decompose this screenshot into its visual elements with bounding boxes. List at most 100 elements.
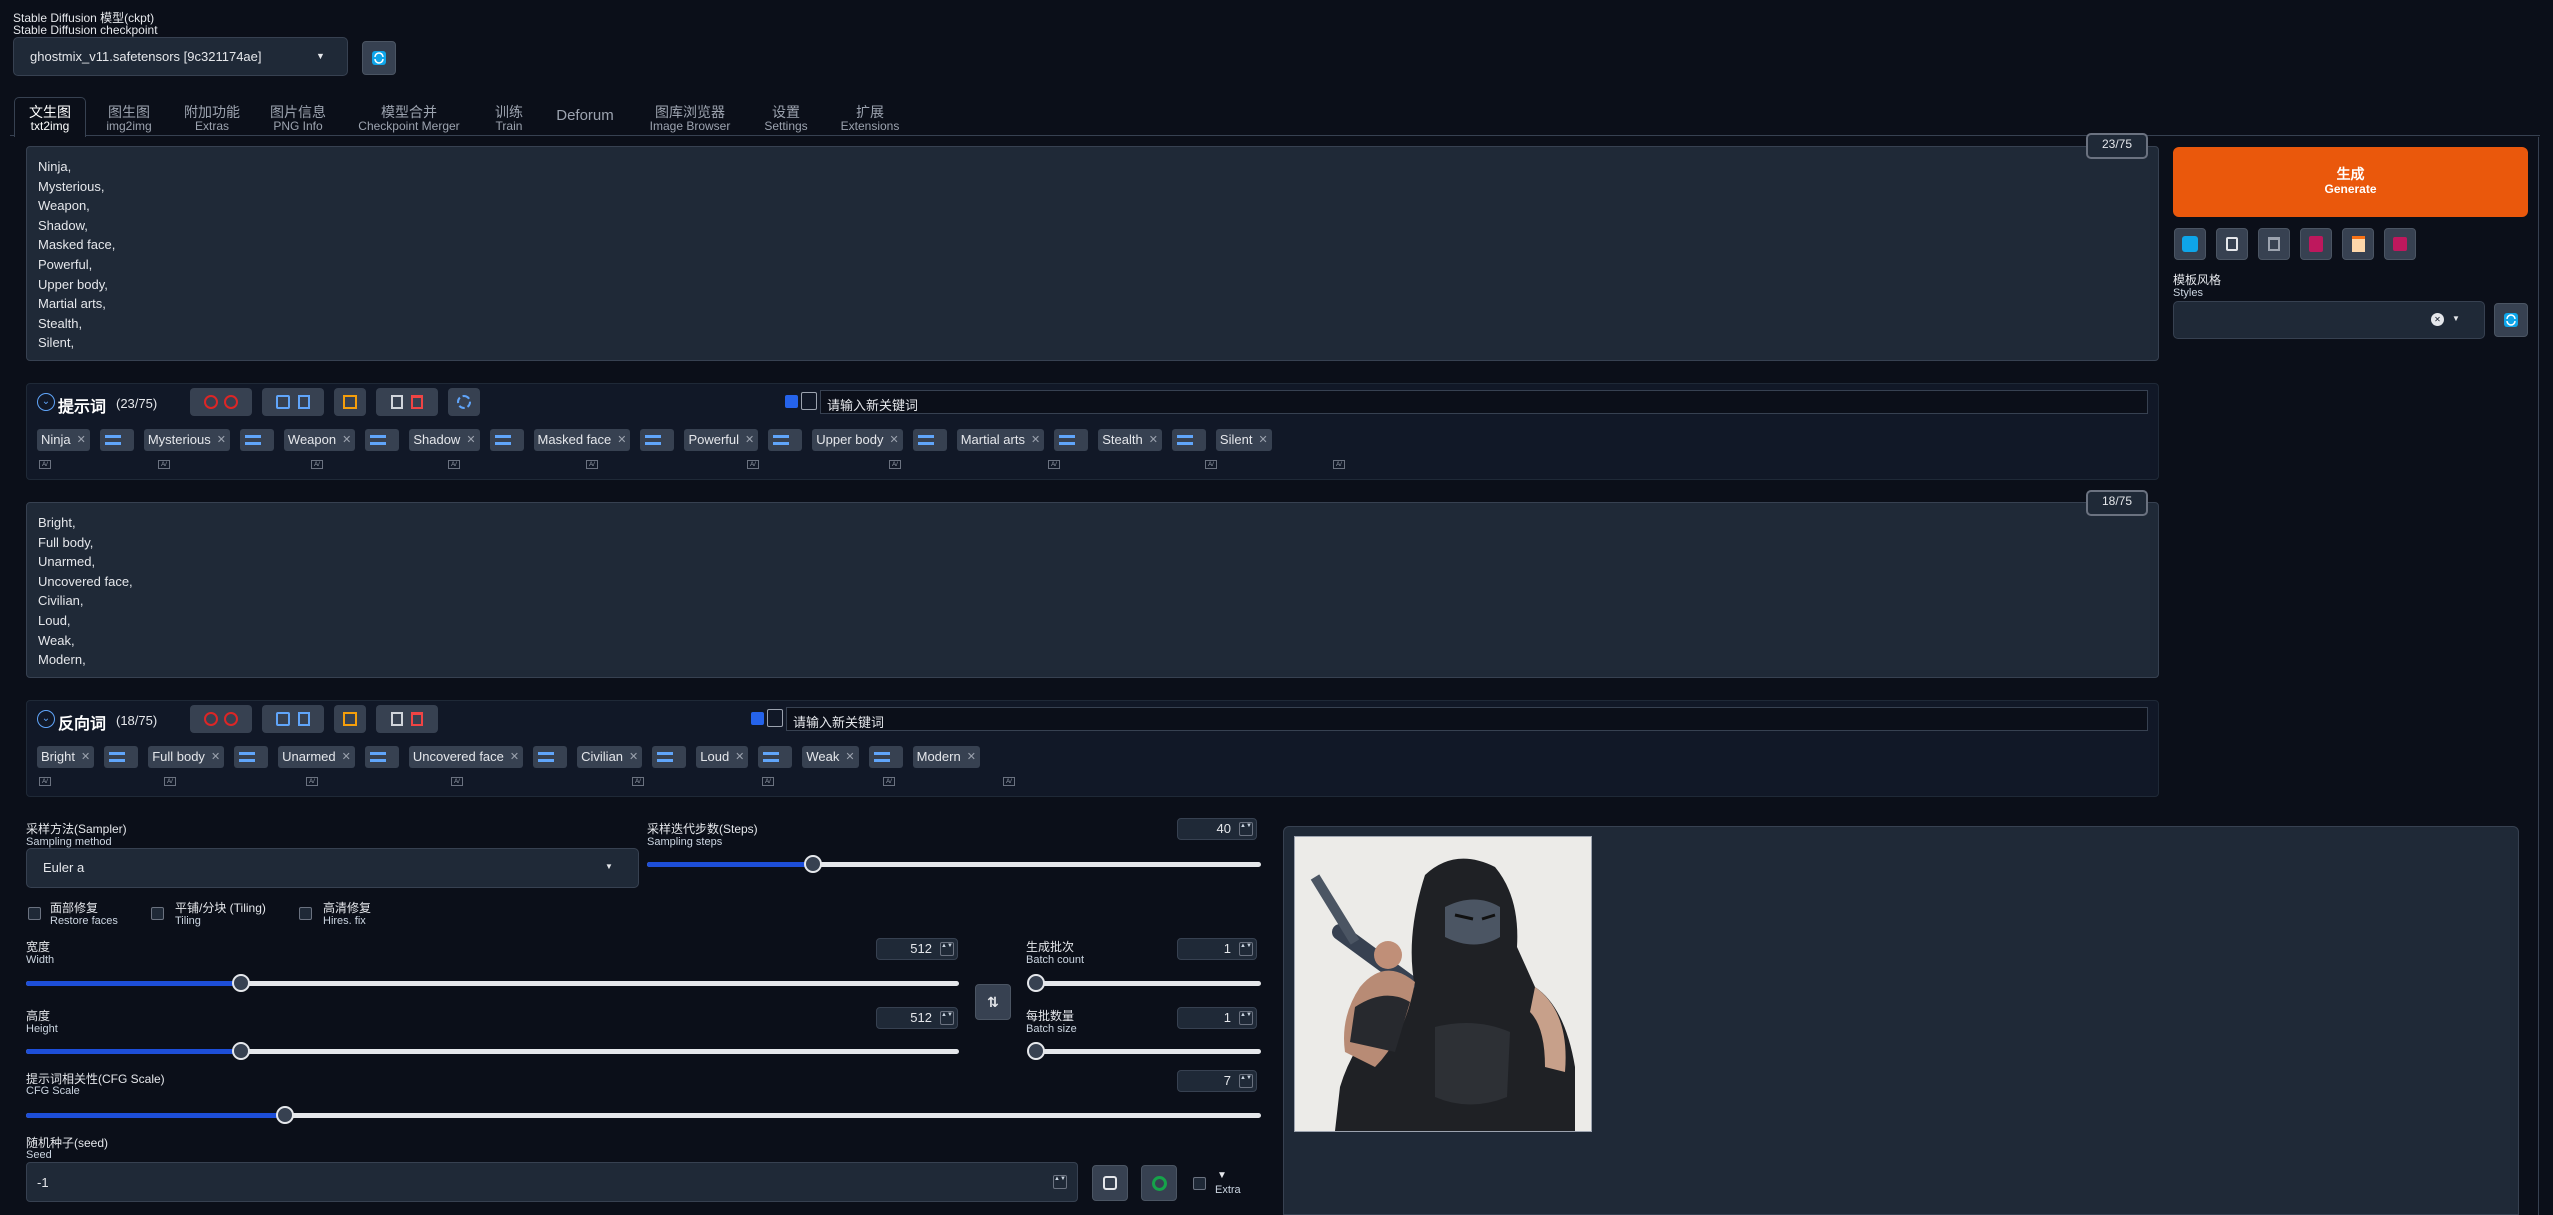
- trash-icon[interactable]: [411, 712, 423, 726]
- collapse-icon[interactable]: ⌄: [37, 710, 55, 728]
- copy-icon[interactable]: [391, 712, 403, 726]
- prompt-separator[interactable]: [365, 429, 400, 451]
- cfg-slider[interactable]: [26, 1106, 1261, 1124]
- negative-tag[interactable]: Unarmed ✕: [278, 746, 355, 768]
- prompt-tag[interactable]: Masked face ✕: [533, 429, 631, 451]
- prompt-tag[interactable]: Shadow ✕: [409, 429, 480, 451]
- refresh-checkpoint-button[interactable]: [362, 41, 396, 75]
- prompt-layout-button[interactable]: [334, 388, 366, 416]
- negative-separator[interactable]: [758, 746, 793, 768]
- bookmark-icon[interactable]: [298, 395, 310, 409]
- negative-new-keyword-input[interactable]: 请输入新关键词: [786, 707, 2148, 731]
- extra-label[interactable]: Extra: [1215, 1184, 1241, 1196]
- extra-arrow-icon[interactable]: ▼: [1217, 1170, 1227, 1181]
- negative-separator[interactable]: [652, 746, 687, 768]
- tab-txt2img[interactable]: 文生图 txt2img: [14, 105, 86, 133]
- globe-red-icon[interactable]: [224, 395, 238, 409]
- random-seed-button[interactable]: [1092, 1165, 1128, 1201]
- negative-tag[interactable]: Civilian ✕: [577, 746, 643, 768]
- translate-icon[interactable]: A/: [311, 460, 323, 469]
- prompt-tag[interactable]: Martial arts ✕: [956, 429, 1045, 451]
- translate-icon[interactable]: A/: [39, 460, 51, 469]
- prompt-tag[interactable]: Upper body ✕: [812, 429, 903, 451]
- batch-count-slider[interactable]: [1027, 974, 1261, 992]
- translate-icon[interactable]: A/: [747, 460, 759, 469]
- save-style-button[interactable]: [2384, 228, 2416, 260]
- negative-tag[interactable]: Uncovered face ✕: [408, 746, 524, 768]
- tab-train[interactable]: 训练 Train: [484, 105, 534, 133]
- trash-button[interactable]: [2258, 228, 2290, 260]
- globe-red-icon[interactable]: [204, 395, 218, 409]
- sampler-select[interactable]: Euler a ▼: [26, 848, 639, 888]
- extra-networks-button[interactable]: [2300, 228, 2332, 260]
- edit-icon[interactable]: [276, 395, 290, 409]
- styles-select[interactable]: ✕ ▼: [2173, 301, 2485, 339]
- translate-icon[interactable]: A/: [39, 777, 51, 786]
- negative-tag[interactable]: Weak ✕: [802, 746, 859, 768]
- translate-icon[interactable]: A/: [1205, 460, 1217, 469]
- prompt-tag[interactable]: Ninja ✕: [37, 429, 90, 451]
- negative-separator[interactable]: [234, 746, 269, 768]
- tiling-checkbox[interactable]: [151, 907, 164, 920]
- globe-red-icon[interactable]: [204, 712, 218, 726]
- translate-icon[interactable]: A/: [158, 460, 170, 469]
- negative-new-keyword-checkbox[interactable]: [751, 712, 764, 725]
- translate-icon[interactable]: A/: [883, 777, 895, 786]
- negative-layout-button[interactable]: [334, 705, 366, 733]
- translate-icon[interactable]: A/: [306, 777, 318, 786]
- cfg-slider-thumb[interactable]: [276, 1106, 295, 1124]
- generate-button[interactable]: 生成 Generate: [2173, 147, 2528, 217]
- steps-slider-thumb[interactable]: [803, 855, 822, 873]
- tab-checkpoint-merger[interactable]: 模型合并 Checkpoint Merger: [350, 105, 468, 133]
- prompt-separator[interactable]: [768, 429, 803, 451]
- read-params-button[interactable]: [2174, 228, 2206, 260]
- tab-image-browser[interactable]: 图库浏览器 Image Browser: [640, 105, 740, 133]
- prompt-separator[interactable]: [912, 429, 947, 451]
- tab-png-info[interactable]: 图片信息 PNG Info: [262, 105, 334, 133]
- translate-icon[interactable]: A/: [1003, 777, 1015, 786]
- swap-dimensions-button[interactable]: ⇅: [975, 984, 1011, 1020]
- batch-count-slider-thumb[interactable]: [1027, 974, 1045, 992]
- clear-icon[interactable]: ✕: [2431, 313, 2444, 326]
- prompt-new-keyword-input[interactable]: 请输入新关键词: [820, 390, 2148, 414]
- trash-icon[interactable]: [411, 395, 423, 409]
- spinner-icon[interactable]: ▲▼: [1053, 1175, 1067, 1189]
- collapse-icon[interactable]: ⌄: [37, 393, 55, 411]
- negative-tag[interactable]: Full body ✕: [148, 746, 225, 768]
- translate-icon[interactable]: A/: [632, 777, 644, 786]
- clear-prompt-button[interactable]: [2216, 228, 2248, 260]
- translate-icon[interactable]: A/: [1048, 460, 1060, 469]
- negative-tag[interactable]: Modern ✕: [912, 746, 980, 768]
- width-number-input[interactable]: 512 ▲▼: [876, 938, 958, 960]
- translate-icon[interactable]: A/: [762, 777, 774, 786]
- refresh-styles-button[interactable]: [2494, 303, 2528, 337]
- height-slider-thumb[interactable]: [231, 1042, 250, 1060]
- tab-settings[interactable]: 设置 Settings: [756, 105, 816, 133]
- width-slider[interactable]: [26, 974, 959, 992]
- tab-img2img[interactable]: 图生图 img2img: [96, 105, 162, 133]
- tab-extensions[interactable]: 扩展 Extensions: [834, 105, 906, 133]
- translate-icon[interactable]: A/: [448, 460, 460, 469]
- restore-faces-checkbox[interactable]: [28, 907, 41, 920]
- tab-deforum[interactable]: Deforum: [548, 108, 622, 124]
- height-slider[interactable]: [26, 1042, 959, 1060]
- prompt-separator[interactable]: [489, 429, 524, 451]
- prompt-tag[interactable]: Mysterious ✕: [143, 429, 230, 451]
- prompt-separator[interactable]: [1171, 429, 1206, 451]
- tab-extras[interactable]: 附加功能 Extras: [176, 105, 248, 133]
- negative-separator[interactable]: [364, 746, 399, 768]
- translate-icon[interactable]: A/: [1333, 460, 1345, 469]
- prompt-settings-button[interactable]: [448, 388, 480, 416]
- cfg-number-input[interactable]: 7 ▲▼: [1177, 1070, 1257, 1092]
- prompt-separator[interactable]: [640, 429, 675, 451]
- hires-fix-checkbox[interactable]: [299, 907, 312, 920]
- extra-seed-checkbox[interactable]: [1193, 1177, 1206, 1190]
- prompt-tag[interactable]: Stealth ✕: [1098, 429, 1162, 451]
- translate-icon[interactable]: A/: [889, 460, 901, 469]
- prompt-tag[interactable]: Powerful ✕: [684, 429, 759, 451]
- height-number-input[interactable]: 512 ▲▼: [876, 1007, 958, 1029]
- reuse-seed-button[interactable]: [1141, 1165, 1177, 1201]
- negative-tag[interactable]: Loud ✕: [696, 746, 749, 768]
- prompt-tag[interactable]: Weapon ✕: [283, 429, 356, 451]
- bookmark-icon[interactable]: [298, 712, 310, 726]
